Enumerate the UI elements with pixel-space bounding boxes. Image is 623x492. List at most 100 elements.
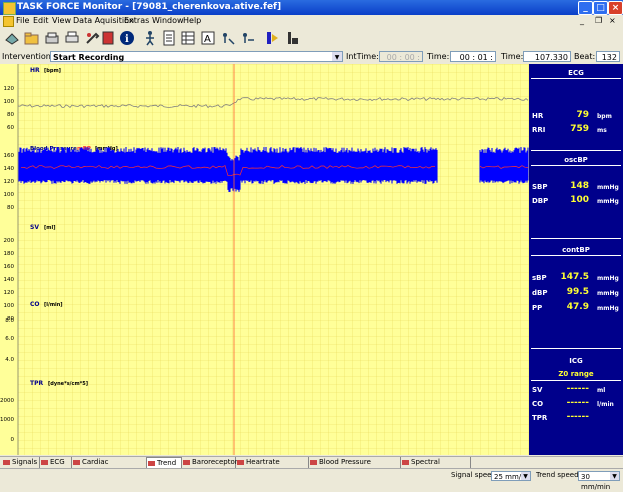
mdi-close-button[interactable]: ×	[609, 16, 616, 25]
sv-tick-120: 120	[4, 290, 15, 296]
trend-speed-value: 30 mm/min	[581, 473, 611, 491]
menu-extras[interactable]: Extras	[124, 16, 149, 25]
trend-chart[interactable]: HR [bpm] 120 100 80 60 Blood Pressure, m…	[0, 64, 529, 455]
beat-label: Beat:	[574, 52, 596, 61]
osc-dbp-unit: mmHg	[597, 198, 619, 205]
tab-icon	[237, 460, 244, 465]
intervention-label: Intervention:	[2, 52, 54, 61]
co-tick-4: 4.0	[5, 357, 14, 363]
tab-blood-pressure-variability[interactable]: Blood Pressure Variability	[309, 457, 401, 477]
beat-field: 132	[596, 51, 620, 62]
mdi-minimize-button[interactable]: _	[580, 16, 584, 25]
time-field: 00 : 01 : 47	[450, 51, 496, 73]
report-icon[interactable]	[161, 30, 177, 46]
cont-dbp-value: 99.5	[566, 287, 589, 297]
contbp-title: contBP	[562, 246, 590, 254]
bp-tick-120: 120	[4, 179, 15, 185]
svg-text:A: A	[204, 34, 211, 45]
sv-tick-200: 200	[4, 238, 15, 244]
play-marker-icon[interactable]	[264, 30, 280, 46]
co-unit: [l/min]	[44, 302, 63, 308]
cont-sbp-unit: mmHg	[597, 275, 619, 282]
minimize-button[interactable]: _	[578, 1, 593, 15]
tpr-unit: [dyne*s/cm*5]	[48, 381, 88, 387]
hr-tick-120: 120	[4, 86, 15, 92]
bp-tick-100: 100	[4, 192, 15, 198]
maximize-button[interactable]: □	[593, 1, 608, 15]
tab-icon	[3, 460, 10, 465]
trend-speed-select[interactable]: 30 mm/min ▼	[578, 471, 620, 491]
intervention-bar: Intervention: Start Recording ▼ IntTime:…	[0, 50, 623, 73]
time-label: Time:	[427, 52, 450, 61]
hr-unit-text: bpm	[597, 113, 612, 120]
stop-marker-icon[interactable]	[284, 30, 300, 46]
print-icon[interactable]	[64, 30, 80, 46]
tab-baroreceptor[interactable]: Baroreceptor	[182, 457, 238, 468]
ecg-title: ECG	[568, 69, 584, 77]
signal-speed-select[interactable]: 25 mm/s ▼	[491, 471, 531, 481]
osc-dbp-value: 100	[570, 195, 589, 205]
svg-text:i: i	[125, 34, 129, 45]
window-title: TASK FORCE Monitor - [79081_cherenkova.a…	[17, 2, 282, 12]
bp-tick-160: 160	[4, 153, 15, 159]
divider	[531, 348, 621, 349]
tpr-tick-0: 0	[11, 437, 15, 443]
values-panel: ECG HR 79 bpm RRI 759 ms oscBP SBP 148 m…	[529, 64, 623, 455]
sv-tick-140: 140	[4, 277, 15, 283]
app-icon	[3, 2, 16, 15]
export-icon[interactable]	[240, 30, 256, 46]
divider	[531, 78, 621, 79]
status-bar: Signal speed 25 mm/s ▼ Trend speed: 30 mm…	[0, 468, 623, 491]
tpr-tick-1000: 1000	[0, 417, 14, 423]
time2-field: 107.330	[523, 51, 571, 62]
document-icon[interactable]	[3, 16, 14, 27]
table-icon[interactable]	[180, 30, 196, 46]
tpr-tick-2000: 2000	[0, 398, 14, 404]
osc-sbp-value: 148	[570, 181, 589, 191]
tab-ecg[interactable]: ECG	[40, 457, 72, 468]
menu-file[interactable]: File	[16, 16, 29, 25]
intervention-select[interactable]: Start Recording ▼	[50, 51, 343, 62]
tab-cardiac-parameters[interactable]: Cardiac Parameters	[72, 457, 147, 477]
annotate-icon[interactable]: A	[200, 30, 216, 46]
sv-tick-180: 180	[4, 251, 15, 257]
tab-trend[interactable]: Trend	[147, 457, 182, 468]
info-icon[interactable]: i	[119, 30, 135, 46]
toolbar: i A	[0, 27, 623, 51]
markers-icon[interactable]	[220, 30, 236, 46]
menu-view[interactable]: View	[52, 16, 71, 25]
chevron-down-icon[interactable]: ▼	[610, 472, 619, 480]
folder-open-icon[interactable]	[24, 30, 40, 46]
tab-icon	[310, 460, 317, 465]
hr-tick-60: 60	[7, 125, 14, 131]
tab-signals[interactable]: Signals	[2, 457, 40, 468]
icg-co-unit: l/min	[597, 401, 614, 408]
tab-label: Baroreceptor	[192, 458, 238, 466]
tab-spectral-bandplot[interactable]: Spectral Bandplot	[401, 457, 471, 477]
close-button[interactable]: ×	[608, 1, 623, 15]
tab-label: Trend	[157, 459, 177, 467]
icg-tpr-value: ------	[566, 412, 589, 422]
menu-edit[interactable]: Edit	[33, 16, 49, 25]
save-icon[interactable]	[44, 30, 60, 46]
tab-label: Signals	[12, 458, 38, 466]
calibrate-icon[interactable]	[4, 30, 20, 46]
hr-tick-80: 80	[7, 112, 14, 118]
divider	[531, 165, 621, 166]
settings-wrench-icon[interactable]	[84, 30, 100, 46]
chevron-down-icon[interactable]: ▼	[521, 472, 530, 480]
chevron-down-icon[interactable]: ▼	[332, 52, 342, 61]
divider	[531, 255, 621, 256]
sv-label: SV	[30, 224, 39, 231]
bookmark-icon[interactable]	[100, 30, 116, 46]
menu-window[interactable]: Window	[152, 16, 184, 25]
tab-heartrate-variability[interactable]: Heartrate Variability	[236, 457, 309, 477]
icg-sv-unit: ml	[597, 387, 606, 394]
figure-icon[interactable]	[142, 30, 158, 46]
title-bar: TASK FORCE Monitor - [79081_cherenkova.a…	[0, 0, 623, 15]
hr-tick-100: 100	[4, 99, 15, 105]
menu-help[interactable]: Help	[183, 16, 201, 25]
osc-sbp-unit: mmHg	[597, 184, 619, 191]
bp-tick-140: 140	[4, 166, 15, 172]
mdi-restore-button[interactable]: ❐	[595, 16, 602, 25]
